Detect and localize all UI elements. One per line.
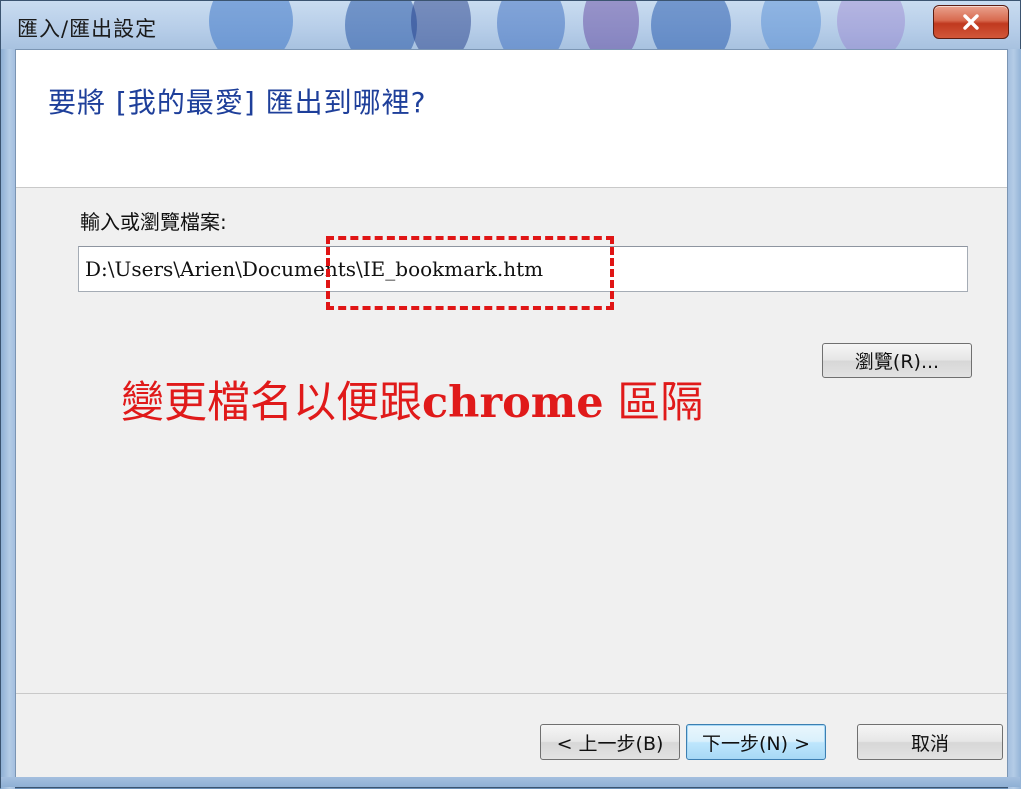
- annotation-text-before: 變更檔名以便跟: [121, 378, 422, 428]
- window-frame-right: [1008, 49, 1021, 789]
- window-frame-left: [1, 49, 15, 789]
- wizard-header: 要將 [我的最愛] 匯出到哪裡?: [16, 50, 1007, 188]
- annotation-text-bold: chrome: [422, 378, 604, 428]
- close-button[interactable]: [933, 5, 1009, 39]
- cancel-button[interactable]: 取消: [857, 724, 1003, 760]
- title-bar-decoration: [209, 1, 905, 49]
- annotation-note: 變更檔名以便跟chrome 區隔: [121, 368, 703, 430]
- window-frame-bottom: [1, 777, 1020, 787]
- window-title: 匯入/匯出設定: [17, 17, 158, 41]
- wizard-body: 輸入或瀏覽檔案: 瀏覽(R)... 變更檔名以便跟chrome 區隔: [16, 188, 1007, 693]
- dialog-window: 匯入/匯出設定 要將 [我的最愛] 匯出到哪裡? 輸入或瀏覽檔案: 瀏覽(R).…: [0, 0, 1021, 789]
- wizard-footer: < 上一步(B) 下一步(N) > 取消: [16, 693, 1007, 777]
- next-button[interactable]: 下一步(N) >: [686, 724, 826, 760]
- browse-button[interactable]: 瀏覽(R)...: [822, 343, 972, 378]
- annotation-text-after: 區隔: [603, 378, 704, 428]
- back-button[interactable]: < 上一步(B): [540, 724, 680, 760]
- file-path-input[interactable]: [78, 246, 968, 292]
- close-icon: [963, 14, 979, 30]
- file-path-label: 輸入或瀏覽檔案:: [80, 210, 227, 234]
- page-title: 要將 [我的最愛] 匯出到哪裡?: [48, 86, 427, 119]
- title-bar[interactable]: 匯入/匯出設定: [1, 1, 1020, 49]
- dialog-client-area: 要將 [我的最愛] 匯出到哪裡? 輸入或瀏覽檔案: 瀏覽(R)... 變更檔名以…: [15, 49, 1008, 777]
